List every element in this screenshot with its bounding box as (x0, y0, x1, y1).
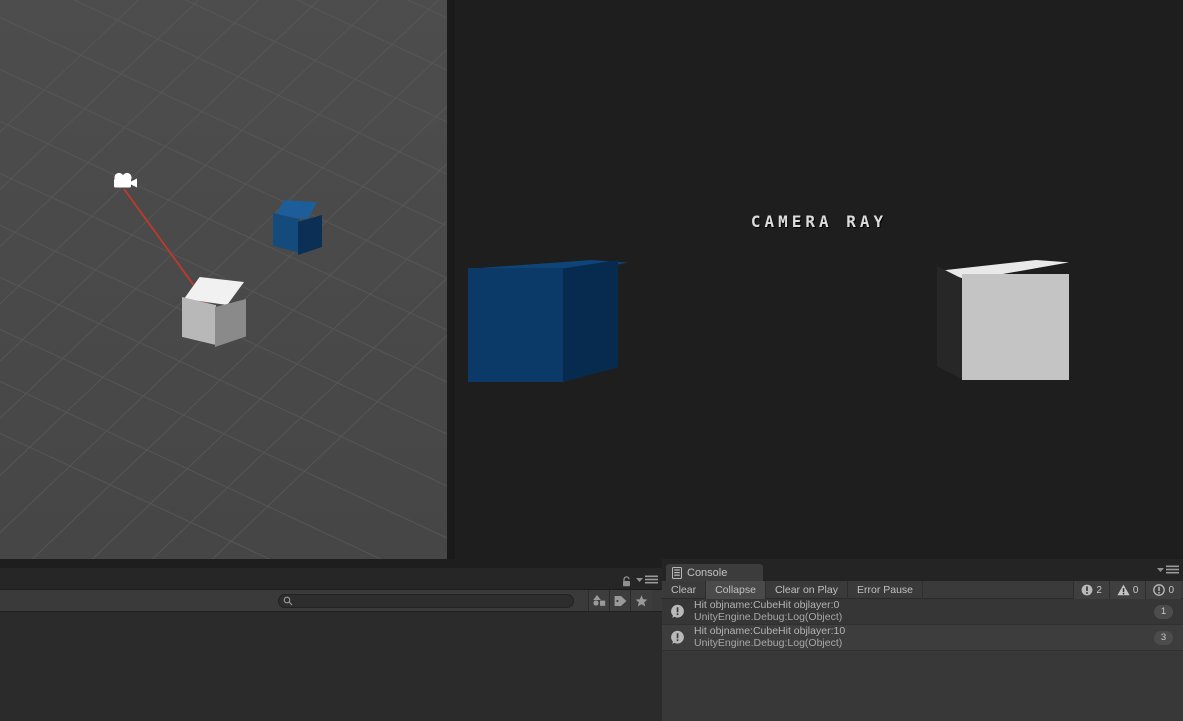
filter-by-type-button[interactable] (588, 590, 610, 611)
search-input-wrapper[interactable] (278, 594, 574, 608)
collapse-button[interactable]: Collapse (706, 580, 766, 599)
lock-icon[interactable] (621, 574, 632, 587)
scene-object-cube-blue[interactable] (271, 200, 323, 255)
left-panel-menu-button[interactable] (636, 575, 658, 584)
console-menu-button[interactable] (1157, 565, 1179, 574)
filter-by-label-button[interactable] (609, 590, 631, 611)
log-collapse-count: 1 (1154, 604, 1173, 619)
info-count: 0 (1168, 584, 1174, 596)
shapes-filter-icon (593, 595, 606, 606)
favorites-button[interactable] (630, 590, 652, 611)
star-favorite-icon (635, 594, 648, 606)
console-toolbar: Clear Collapse Clear on Play Error Pause… (662, 580, 1183, 599)
scene-game-divider[interactable] (447, 0, 455, 559)
log-message: Hit objname:CubeHit objlayer:0 UnityEngi… (694, 599, 843, 623)
cube-face-left (182, 297, 216, 345)
console-counters: 2 0 0 (1073, 581, 1181, 599)
table-row[interactable]: Hit objname:CubeHit objlayer:0 UnityEngi… (662, 599, 1183, 625)
cube-face-right (563, 260, 618, 382)
log-line-1: Hit objname:CubeHit objlayer:0 (694, 599, 840, 611)
game-object-cube-white (937, 260, 1069, 380)
left-panel-toolbar (0, 590, 662, 612)
tab-console-label: Console (687, 566, 728, 579)
error-icon (1081, 584, 1093, 596)
console-list-icon (672, 566, 682, 579)
clear-on-play-button[interactable]: Clear on Play (766, 580, 848, 599)
cube-face-front (962, 274, 1069, 380)
console-tabstrip: Console (662, 559, 1183, 581)
log-line-2: UnityEngine.Debug:Log(Object) (694, 636, 843, 649)
info-icon (1153, 584, 1166, 596)
left-panel-tabstrip (0, 568, 662, 590)
unity-editor-window: CAMERA RAY Console Clear Collapse Clear … (0, 0, 1183, 721)
warning-count: 0 (1132, 584, 1139, 596)
bottom-dock-area: Console Clear Collapse Clear on Play Err… (0, 559, 1183, 721)
log-line-1: Hit objname:CubeHit objlayer:10 (694, 625, 846, 637)
game-overlay-title: CAMERA RAY (750, 212, 888, 231)
cube-face-left (273, 213, 300, 253)
error-counter[interactable]: 2 (1073, 581, 1109, 599)
left-dock-panel (0, 568, 662, 721)
game-object-cube-blue (468, 260, 628, 382)
tag-filter-icon (614, 595, 627, 606)
left-panel-content[interactable] (0, 612, 662, 721)
scene-object-cube-white[interactable] (182, 277, 246, 347)
scene-view[interactable] (0, 0, 447, 559)
camera-gizmo-icon[interactable] (110, 172, 140, 194)
error-pause-button[interactable]: Error Pause (848, 580, 924, 599)
log-line-2: UnityEngine.Debug:Log(Object) (694, 610, 843, 623)
warning-counter[interactable]: 0 (1108, 581, 1146, 599)
console-log-list[interactable]: Hit objname:CubeHit objlayer:0 UnityEngi… (662, 599, 1183, 721)
tab-console[interactable]: Console (666, 564, 763, 581)
cube-face-right (298, 215, 322, 255)
cube-face-left (937, 266, 964, 380)
log-info-icon (671, 630, 684, 644)
cube-face-right (215, 299, 246, 347)
cube-face-front (468, 268, 564, 382)
warning-icon (1117, 584, 1130, 596)
log-message: Hit objname:CubeHit objlayer:10 UnityEng… (694, 625, 846, 649)
table-row[interactable]: Hit objname:CubeHit objlayer:10 UnityEng… (662, 625, 1183, 651)
log-info-icon (671, 604, 684, 618)
log-collapse-count: 3 (1154, 630, 1173, 645)
info-counter[interactable]: 0 (1145, 581, 1181, 599)
search-input[interactable] (293, 596, 558, 606)
error-count: 2 (1096, 584, 1102, 596)
console-panel: Console Clear Collapse Clear on Play Err… (662, 559, 1183, 721)
game-view[interactable]: CAMERA RAY (455, 0, 1183, 559)
clear-button[interactable]: Clear (662, 580, 707, 599)
search-icon (283, 596, 293, 606)
